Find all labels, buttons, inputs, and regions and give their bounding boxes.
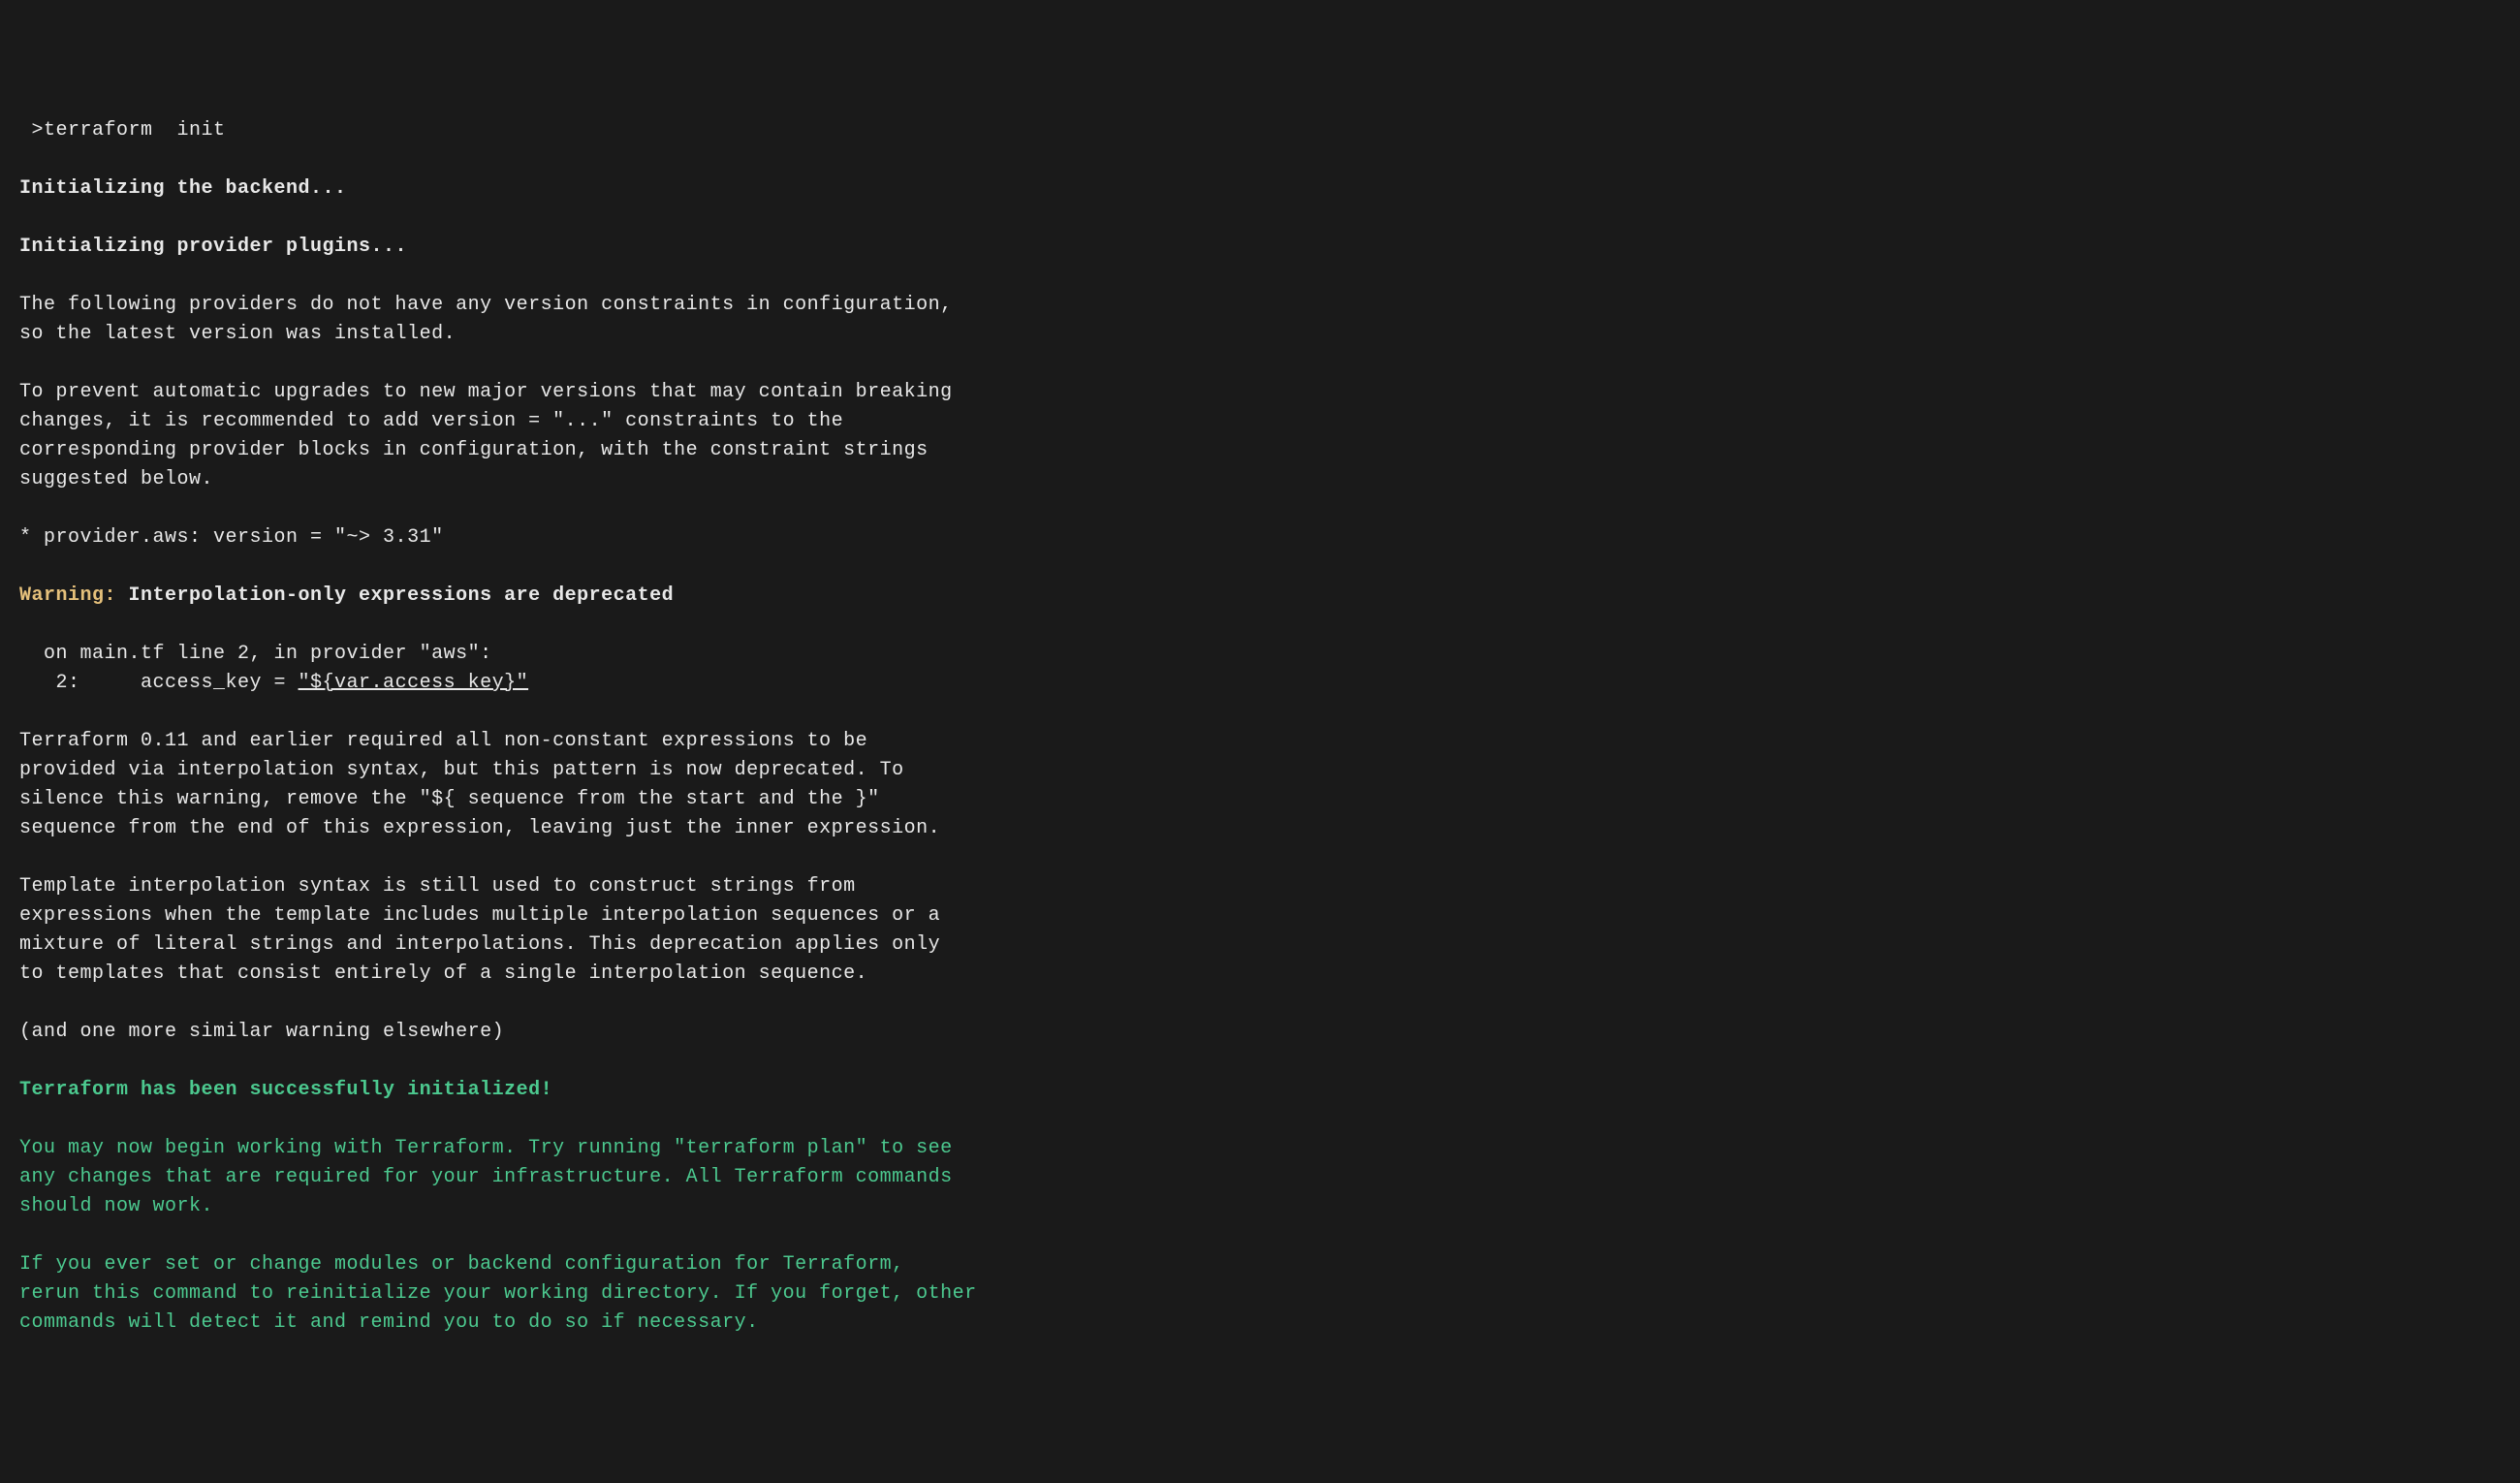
terminal-output: >terraform init Initializing the backend…: [19, 116, 2501, 1338]
success-para1: You may now begin working with Terraform…: [19, 1137, 953, 1217]
prompt-line: >terraform init: [19, 119, 226, 142]
prevent-upgrades: To prevent automatic upgrades to new maj…: [19, 381, 953, 490]
success-para2: If you ever set or change modules or bac…: [19, 1253, 977, 1334]
provider-version: * provider.aws: version = "~> 3.31": [19, 526, 444, 549]
more-warnings: (and one more similar warning elsewhere): [19, 1021, 504, 1043]
success-message: Terraform has been successfully initiali…: [19, 1079, 552, 1101]
warning-message: Interpolation-only expressions are depre…: [116, 584, 674, 607]
warning-label: Warning:: [19, 584, 116, 607]
warning-location-line2b: "${var.access_key}": [299, 672, 529, 694]
deprecation-para1: Terraform 0.11 and earlier required all …: [19, 730, 940, 839]
init-plugins: Initializing provider plugins...: [19, 236, 407, 258]
no-version-constraints: The following providers do not have any …: [19, 294, 953, 345]
warning-location-line2a: 2: access_key =: [19, 672, 299, 694]
warning-location-line1: on main.tf line 2, in provider "aws":: [19, 643, 492, 665]
deprecation-para2: Template interpolation syntax is still u…: [19, 875, 940, 985]
init-backend: Initializing the backend...: [19, 177, 347, 200]
